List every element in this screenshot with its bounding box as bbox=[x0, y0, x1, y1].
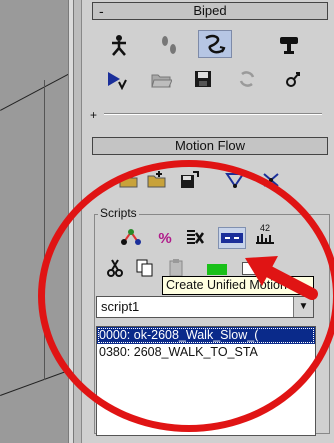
annotation-arrow bbox=[245, 256, 318, 300]
